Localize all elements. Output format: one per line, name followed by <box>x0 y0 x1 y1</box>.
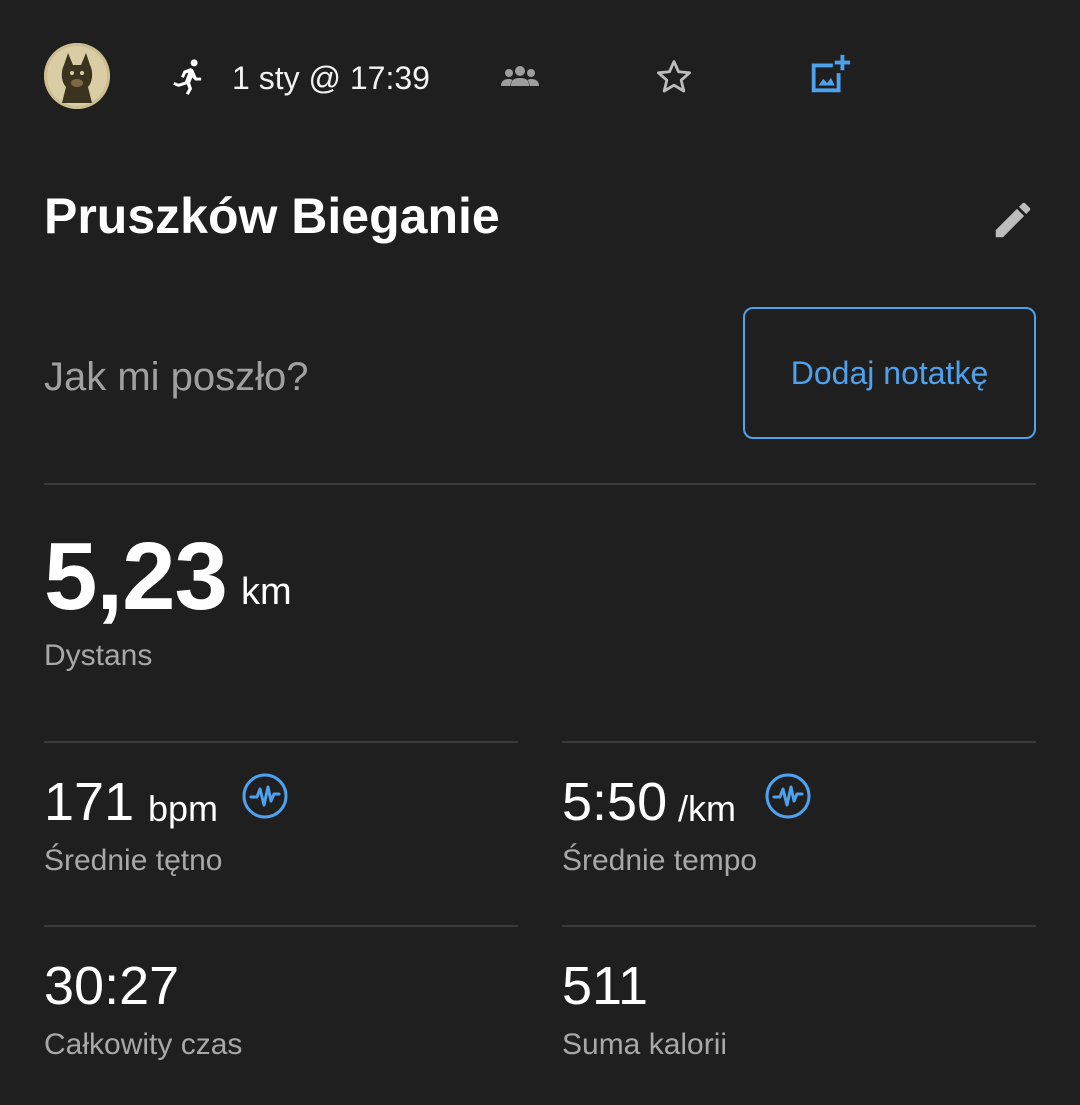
distance-value: 5,23 <box>44 523 228 630</box>
avg-heart-rate-value: 171 <box>44 772 135 832</box>
avatar[interactable] <box>44 43 110 109</box>
total-calories-label: Suma kalorii <box>562 1028 728 1061</box>
avg-pace-value: 5:50 <box>562 772 668 832</box>
distance-unit: km <box>241 571 292 613</box>
add-note-button-label: Dodaj notatkę <box>790 354 989 391</box>
heart-rate-icon[interactable] <box>764 772 812 820</box>
avg-pace-unit: /km <box>678 788 736 829</box>
total-time-value: 30:27 <box>44 956 180 1016</box>
activity-date-time: 1 sty @ 17:39 <box>232 60 430 96</box>
heart-rate-icon[interactable] <box>241 772 289 820</box>
note-prompt: Jak mi poszło? <box>44 355 309 399</box>
divider <box>44 741 518 743</box>
avg-heart-rate-unit: bpm <box>148 788 219 829</box>
divider <box>44 483 1036 485</box>
add-photo-icon[interactable] <box>806 52 852 98</box>
distance-label: Dystans <box>44 639 153 672</box>
add-note-button[interactable]: Dodaj notatkę <box>743 307 1036 439</box>
group-icon[interactable] <box>500 62 540 92</box>
total-calories-value: 511 <box>562 956 649 1016</box>
edit-pencil-icon[interactable] <box>990 197 1036 243</box>
star-icon[interactable] <box>653 56 695 98</box>
total-time-label: Całkowity czas <box>44 1028 243 1061</box>
divider <box>44 925 518 927</box>
avg-pace-label: Średnie tempo <box>562 844 758 877</box>
activity-title: Pruszków Bieganie <box>44 188 500 244</box>
divider <box>562 741 1036 743</box>
avg-heart-rate-label: Średnie tętno <box>44 844 223 877</box>
divider <box>562 925 1036 927</box>
running-icon <box>167 55 209 97</box>
